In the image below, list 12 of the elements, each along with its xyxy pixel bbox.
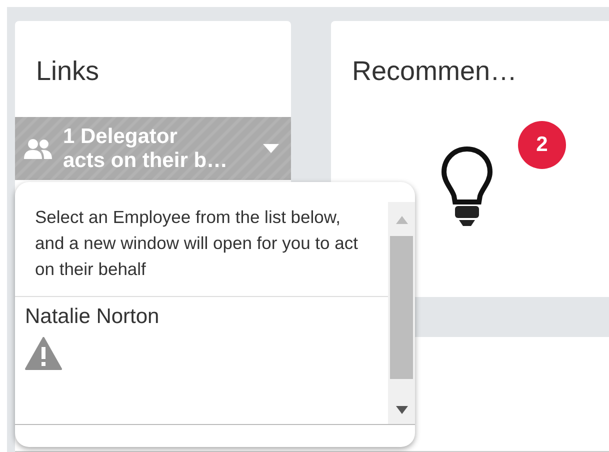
card-title: Recommen… xyxy=(351,55,518,88)
people-icon xyxy=(23,136,53,160)
employee-item[interactable]: Natalie Norton xyxy=(15,297,388,376)
button-text: acts on their b… xyxy=(63,148,229,172)
card-title: Links xyxy=(35,55,100,88)
count-badge: 2 xyxy=(518,121,566,169)
scroll-down-icon[interactable] xyxy=(396,406,408,414)
employee-name: Natalie Norton xyxy=(25,304,160,330)
caret-icon xyxy=(263,144,279,153)
scrollbar[interactable] xyxy=(388,202,415,425)
scroll-up-icon[interactable] xyxy=(396,216,408,224)
button-text: 1 Delegator xyxy=(63,124,178,148)
